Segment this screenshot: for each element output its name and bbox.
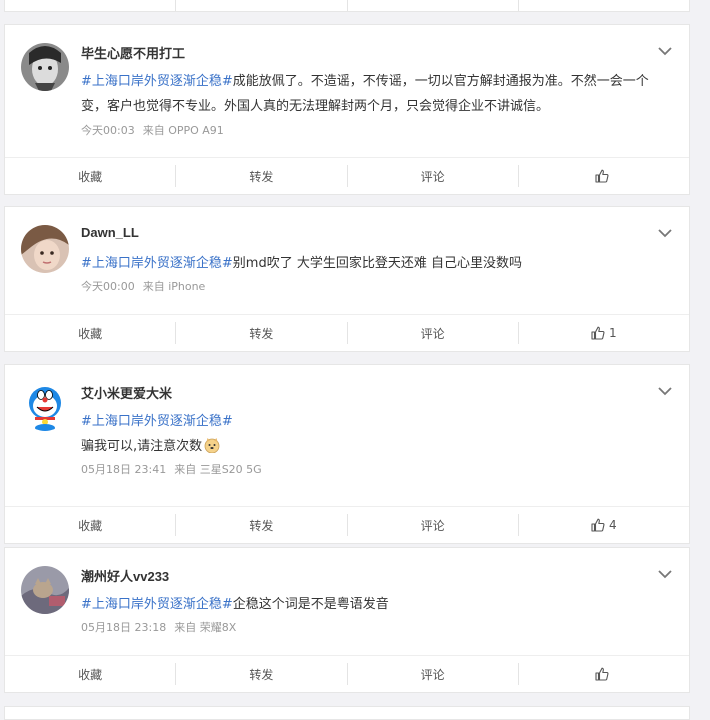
comment-button[interactable]: 评论 xyxy=(346,322,518,344)
thumbs-up-icon xyxy=(591,518,605,532)
post-content: 别md吹了 大学生回家比登天还难 自己心里没数吗 xyxy=(232,256,522,271)
repost-button[interactable]: 转发 xyxy=(175,663,346,685)
post-card: 毕生心愿不用打工 #上海口岸外贸逐渐企稳#成能放佩了。不造谣，不传谣，一切以官方… xyxy=(4,24,690,195)
post-content: 骗我可以,请注意次数 xyxy=(81,439,203,454)
repost-button[interactable]: 转发 xyxy=(175,165,346,187)
username[interactable]: 潮州好人vv233 xyxy=(81,566,169,585)
hashtag-link[interactable]: #上海口岸外贸逐渐企稳# xyxy=(81,256,233,271)
previous-card-toolbar xyxy=(4,0,690,12)
comment-button[interactable]: 评论 xyxy=(346,514,518,536)
post-time[interactable]: 05月18日 23:41 xyxy=(81,463,166,476)
post-source: 来自 OPPO A91 xyxy=(142,124,224,137)
post-toolbar: 收藏 转发 评论 xyxy=(5,655,689,692)
thumbs-up-icon xyxy=(591,326,605,340)
like-count: 1 xyxy=(609,326,617,340)
post-text: #上海口岸外贸逐渐企稳#成能放佩了。不造谣，不传谣，一切以官方解封通报为准。不然… xyxy=(81,69,669,119)
post-meta: 05月18日 23:18 来自 荣耀8X xyxy=(81,619,236,635)
post-source: 来自 三星S20 5G xyxy=(174,463,262,476)
post-source: 来自 荣耀8X xyxy=(174,621,237,634)
comment-button[interactable]: 评论 xyxy=(346,663,518,685)
avatar[interactable] xyxy=(21,383,69,431)
post-toolbar: 收藏 转发 评论 xyxy=(5,157,689,194)
favorite-button[interactable]: 收藏 xyxy=(5,165,175,187)
post-card: Dawn_LL #上海口岸外贸逐渐企稳#别md吹了 大学生回家比登天还难 自己心… xyxy=(4,206,690,352)
hashtag-link[interactable]: #上海口岸外贸逐渐企稳# xyxy=(81,414,233,429)
thumbs-up-icon xyxy=(595,667,609,681)
post-time[interactable]: 今天00:00 xyxy=(81,280,135,293)
avatar[interactable] xyxy=(21,566,69,614)
post-time[interactable]: 05月18日 23:18 xyxy=(81,621,166,634)
chevron-down-icon[interactable] xyxy=(657,568,673,580)
avatar[interactable] xyxy=(21,43,69,91)
post-card: 潮州好人vv233 #上海口岸外贸逐渐企稳#企稳这个词是不是粤语发音 05月18… xyxy=(4,547,690,693)
username[interactable]: Dawn_LL xyxy=(81,225,139,240)
post-text: #上海口岸外贸逐渐企稳# 骗我可以,请注意次数 xyxy=(81,409,669,459)
like-button[interactable] xyxy=(517,165,689,187)
post-meta: 今天00:03 来自 OPPO A91 xyxy=(81,122,224,138)
post-text: #上海口岸外贸逐渐企稳#别md吹了 大学生回家比登天还难 自己心里没数吗 xyxy=(81,251,669,276)
post-meta: 今天00:00 来自 iPhone xyxy=(81,278,205,294)
repost-button[interactable]: 转发 xyxy=(175,514,346,536)
chevron-down-icon[interactable] xyxy=(657,227,673,239)
post-meta: 05月18日 23:41 来自 三星S20 5G xyxy=(81,461,262,477)
username[interactable]: 毕生心愿不用打工 xyxy=(81,43,185,62)
favorite-button[interactable]: 收藏 xyxy=(5,514,175,536)
avatar[interactable] xyxy=(21,225,69,273)
post-content: 企稳这个词是不是粤语发音 xyxy=(232,597,389,612)
favorite-button[interactable]: 收藏 xyxy=(5,322,175,344)
post-text: #上海口岸外贸逐渐企稳#企稳这个词是不是粤语发音 xyxy=(81,592,669,617)
like-button[interactable]: 1 xyxy=(517,322,689,344)
like-button[interactable] xyxy=(517,663,689,685)
doge-emoji-icon xyxy=(204,438,220,453)
chevron-down-icon[interactable] xyxy=(657,385,673,397)
hashtag-link[interactable]: #上海口岸外贸逐渐企稳# xyxy=(81,74,233,89)
post-toolbar: 收藏 转发 评论 1 xyxy=(5,314,689,351)
repost-button[interactable]: 转发 xyxy=(175,322,346,344)
chevron-down-icon[interactable] xyxy=(657,45,673,57)
post-time[interactable]: 今天00:03 xyxy=(81,124,135,137)
hashtag-link[interactable]: #上海口岸外贸逐渐企稳# xyxy=(81,597,233,612)
comment-button[interactable]: 评论 xyxy=(346,165,518,187)
post-source: 来自 iPhone xyxy=(142,280,206,293)
like-count: 4 xyxy=(609,518,617,532)
username[interactable]: 艾小米更爱大米 xyxy=(81,383,172,402)
post-card: 艾小米更爱大米 #上海口岸外贸逐渐企稳# 骗我可以,请注意次数 05月18日 2… xyxy=(4,364,690,544)
post-toolbar: 收藏 转发 评论 4 xyxy=(5,506,689,543)
favorite-button[interactable]: 收藏 xyxy=(5,663,175,685)
like-button[interactable]: 4 xyxy=(517,514,689,536)
thumbs-up-icon xyxy=(595,169,609,183)
